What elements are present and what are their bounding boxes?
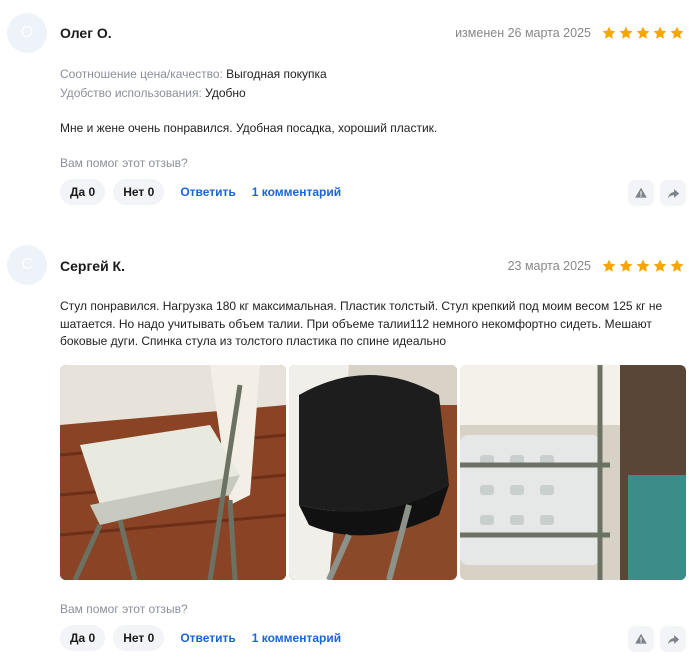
review-photo-2[interactable] [289,365,457,580]
helpful-yes-button[interactable]: Да 0 [60,625,106,651]
star-icon [635,258,651,274]
comments-link[interactable]: 1 комментарий [252,631,341,645]
review-author[interactable]: Олег О. [60,25,112,41]
review-date: 23 марта 2025 [507,259,591,273]
rating-stars [601,25,685,41]
report-icon [634,632,648,646]
share-icon [666,186,681,201]
star-icon [669,25,685,41]
price-quality-label: Соотношение цена/качество: [60,67,223,81]
star-icon [601,258,617,274]
star-icon [618,25,634,41]
helpful-no-button[interactable]: Нет 0 [113,625,165,651]
report-icon [634,186,648,200]
share-button[interactable] [660,626,686,652]
avatar[interactable]: С [7,245,47,285]
reply-link[interactable]: Ответить [180,185,235,199]
star-icon [652,258,668,274]
review-author[interactable]: Сергей К. [60,258,125,274]
review-text: Стул понравился. Нагрузка 180 кг максима… [60,299,663,348]
review-photo-3[interactable] [460,365,686,580]
comments-link[interactable]: 1 комментарий [252,185,341,199]
helpful-question: Вам помог этот отзыв? [60,602,188,616]
price-quality-row: Соотношение цена/качество: Выгодная поку… [60,67,327,81]
review-text: Мне и жене очень понравился. Удобная пос… [60,121,438,135]
usability-label: Удобство использования: [60,86,202,100]
review-actions: Да 0 Нет 0 Ответить 1 комментарий [60,625,341,651]
helpful-question: Вам помог этот отзыв? [60,156,188,170]
share-button[interactable] [660,180,686,206]
report-button[interactable] [628,180,654,206]
rating-stars [601,258,685,274]
star-icon [635,25,651,41]
price-quality-value: Выгодная покупка [226,67,327,81]
helpful-no-button[interactable]: Нет 0 [113,179,165,205]
share-icon [666,632,681,647]
avatar[interactable]: О [7,13,47,53]
review-date: изменен 26 марта 2025 [455,26,591,40]
report-button[interactable] [628,626,654,652]
star-icon [669,258,685,274]
review-photo-1[interactable] [60,365,286,580]
star-icon [618,258,634,274]
usability-row: Удобство использования: Удобно [60,86,246,100]
helpful-yes-button[interactable]: Да 0 [60,179,106,205]
review-actions: Да 0 Нет 0 Ответить 1 комментарий [60,179,341,205]
reply-link[interactable]: Ответить [180,631,235,645]
star-icon [652,25,668,41]
usability-value: Удобно [205,86,246,100]
star-icon [601,25,617,41]
